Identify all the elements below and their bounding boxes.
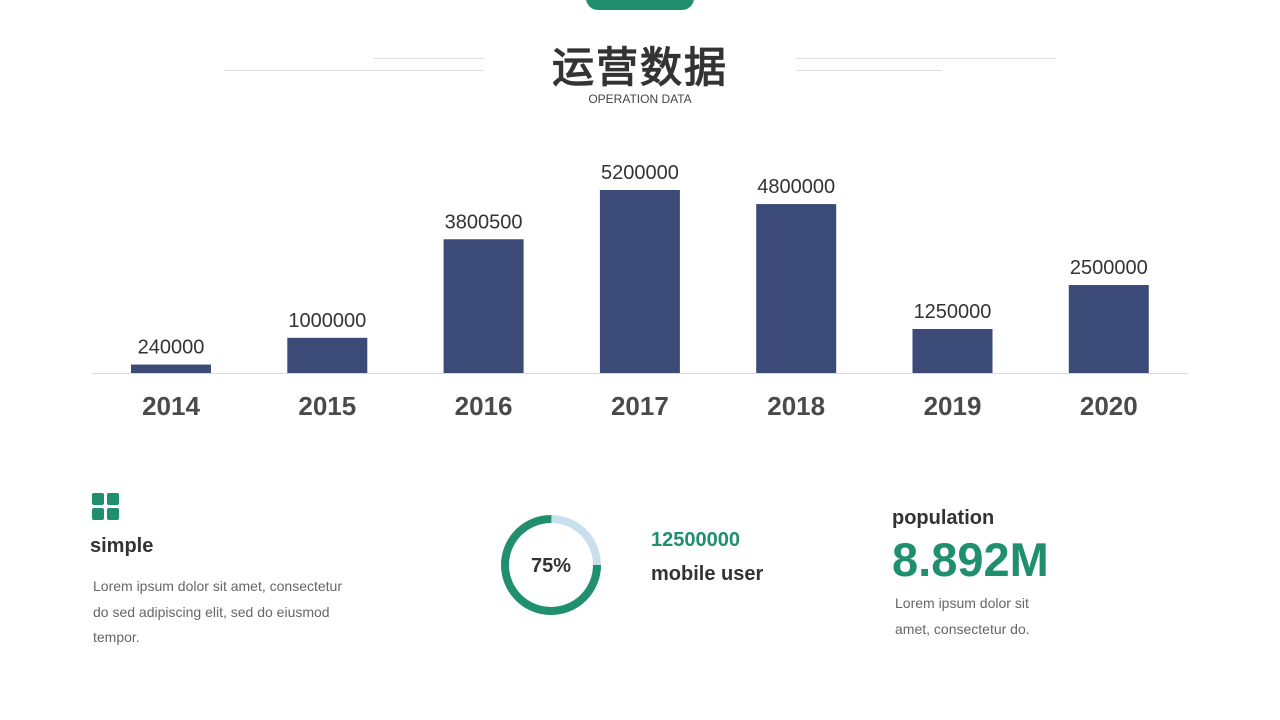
bar-2016	[443, 239, 524, 373]
grid-icon	[92, 493, 120, 521]
data-label-2020: 2500000	[1070, 257, 1148, 279]
bar-2019	[912, 329, 993, 373]
data-label-2014: 240000	[138, 337, 205, 359]
x-tick-2015: 2015	[298, 391, 356, 421]
population-value: 8.892M	[892, 533, 1049, 586]
data-label-2018: 4800000	[757, 176, 835, 198]
data-label-2016: 3800500	[445, 211, 523, 233]
bar-2014	[131, 364, 211, 373]
x-tick-2016: 2016	[455, 391, 513, 421]
x-tick-2014: 2014	[142, 391, 200, 421]
bar-2015	[287, 337, 368, 373]
data-label-2015: 1000000	[288, 310, 366, 332]
population-description: Lorem ipsum dolor sit amet, consectetur …	[895, 595, 1030, 637]
x-tick-2017: 2017	[611, 391, 669, 421]
x-tick-2019: 2019	[924, 391, 982, 421]
mobile-user-count: 12500000	[651, 529, 740, 551]
bar-2018	[756, 204, 837, 373]
x-tick-2020: 2020	[1080, 391, 1138, 421]
population-title: population	[892, 507, 995, 529]
x-tick-2018: 2018	[767, 391, 825, 421]
data-label-2019: 1250000	[914, 301, 992, 323]
data-label-2017: 5200000	[601, 162, 679, 184]
bar-2017	[599, 190, 680, 373]
mobile-percent-label: 75%	[530, 555, 572, 577]
simple-title: simple	[90, 535, 154, 557]
bar-chart: 240000 2014 1000000 2015 3800500 2016 5200000 2…	[92, 162, 1188, 421]
mobile-user-label: mobile user	[651, 563, 764, 585]
bar-2020	[1068, 285, 1149, 373]
simple-description: Lorem ipsum dolor sit amet, consectetur …	[93, 578, 342, 645]
